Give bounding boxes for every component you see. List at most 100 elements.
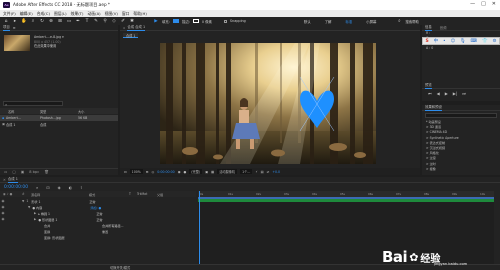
layer-mode-dropdown[interactable]: 正常: [89, 199, 129, 204]
workspace-learn[interactable]: 了解: [325, 19, 332, 24]
workspace-default[interactable]: 默认: [304, 19, 311, 24]
mask-visibility-icon[interactable]: ◎: [151, 170, 154, 174]
property-mode[interactable]: 正常: [96, 211, 136, 216]
brush-tool-icon[interactable]: ✎: [93, 19, 99, 24]
play-icon[interactable]: ▶: [445, 91, 448, 96]
menu-file[interactable]: 文件(F): [3, 11, 16, 17]
zoom-tool-icon[interactable]: ⌕: [30, 18, 36, 24]
stroke-width-value[interactable]: 0 像素: [202, 19, 212, 24]
pen-tool-icon[interactable]: ✒: [75, 19, 81, 24]
search-help-input[interactable]: 搜索帮助: [405, 19, 419, 24]
col-t[interactable]: T: [129, 192, 137, 196]
bit-depth-label[interactable]: 8 bpc: [29, 170, 39, 174]
eraser-tool-icon[interactable]: ◇: [111, 19, 117, 24]
menu-window[interactable]: 窗口: [122, 11, 130, 17]
guides-icon[interactable]: ⊞: [146, 170, 149, 174]
visibility-eye-icon[interactable]: ◉: [0, 199, 6, 203]
always-preview-icon[interactable]: ⊡: [124, 170, 127, 174]
expand-triangle-icon[interactable]: ▶: [34, 217, 36, 221]
type-tool-icon[interactable]: T: [84, 19, 90, 24]
tools-icon[interactable]: ⚙: [493, 39, 497, 44]
project-item-name[interactable]: Ambert-...e-8.jpg ▾: [34, 35, 64, 40]
new-folder-icon[interactable]: ▢: [12, 170, 15, 174]
visibility-eye-icon[interactable]: ◉: [0, 205, 6, 209]
snapping-checkbox[interactable]: [223, 19, 227, 23]
close-button[interactable]: ✕: [492, 1, 496, 7]
views-dropdown[interactable]: 1个...: [240, 169, 253, 174]
property-value[interactable]: 重置: [102, 229, 142, 234]
project-tab[interactable]: 项目 ≡: [0, 25, 118, 31]
next-frame-icon[interactable]: ▶|: [453, 91, 457, 96]
menu-composition[interactable]: 合成(C): [37, 11, 50, 17]
visibility-eye-icon[interactable]: ◉: [0, 217, 6, 221]
maximize-button[interactable]: □: [481, 1, 486, 7]
selection-tool-icon[interactable]: ▸: [12, 19, 18, 24]
sogou-input-icon[interactable]: S: [425, 39, 428, 44]
hand-tool-icon[interactable]: ✋: [21, 19, 27, 24]
graph-editor-icon[interactable]: ⌇: [80, 185, 82, 190]
zoom-dropdown[interactable]: 100%: [129, 169, 143, 174]
composition-viewer[interactable]: [160, 43, 376, 164]
prev-frame-icon[interactable]: ◀: [437, 91, 440, 96]
skin-icon[interactable]: 👕: [482, 39, 488, 44]
menu-help[interactable]: 帮助(H): [133, 11, 146, 17]
visibility-eye-icon[interactable]: ◉: [0, 211, 6, 215]
first-frame-icon[interactable]: ⏮: [428, 91, 432, 96]
region-of-interest-icon[interactable]: ▣: [205, 170, 208, 174]
col-mode[interactable]: 模式: [89, 192, 129, 197]
composition-tab[interactable]: ▫ 合成 合成 1: [120, 25, 420, 31]
col-name[interactable]: 名称: [0, 109, 40, 114]
panel-menu-icon[interactable]: ≡: [13, 26, 16, 30]
close-tab-icon[interactable]: ✕: [3, 178, 6, 182]
motion-blur-icon[interactable]: ◐: [69, 185, 73, 190]
transparency-grid-icon[interactable]: ▦: [211, 170, 214, 174]
color-channel-icon[interactable]: ●: [183, 170, 186, 174]
menu-edit[interactable]: 编辑(E): [20, 11, 33, 17]
composition-subtab[interactable]: 合成 1: [123, 33, 139, 38]
roto-brush-tool-icon[interactable]: ✐: [120, 19, 126, 24]
snapshot-icon[interactable]: ◉: [178, 170, 181, 174]
fill-color-swatch[interactable]: [172, 19, 179, 23]
fast-preview-icon[interactable]: ⚡: [255, 170, 257, 174]
audio-tab[interactable]: 音频: [440, 25, 447, 30]
chinese-mode-icon[interactable]: 中: [434, 38, 439, 44]
resolution-dropdown[interactable]: (完整): [189, 169, 203, 174]
col-parent[interactable]: 父级: [157, 192, 177, 197]
property-value[interactable]: 合并所有路径...: [102, 223, 142, 228]
draft-3d-icon[interactable]: ◈: [58, 185, 61, 190]
keyboard-icon[interactable]: ⌨: [471, 39, 478, 44]
menu-animation[interactable]: 动画(A): [88, 11, 101, 17]
search-icon[interactable]: ⌕: [396, 18, 402, 24]
stroke-color-swatch[interactable]: [192, 19, 199, 23]
project-search-input[interactable]: ⌕: [3, 101, 63, 107]
playhead[interactable]: [199, 191, 200, 267]
col-source-name[interactable]: 源名称: [31, 192, 89, 197]
exposure-value[interactable]: +0.0: [272, 170, 280, 174]
col-type[interactable]: 类型: [40, 109, 78, 114]
minimize-button[interactable]: —: [470, 1, 475, 7]
lock-icon[interactable]: ▫: [123, 26, 125, 30]
expand-triangle-icon[interactable]: ▼: [28, 205, 30, 209]
mic-icon[interactable]: 🎙: [460, 39, 466, 44]
workspace-small-screen[interactable]: 小屏幕: [366, 19, 376, 24]
rectangle-tool-icon[interactable]: ▭: [66, 19, 72, 24]
col-size[interactable]: 大小: [78, 109, 108, 114]
search-icon[interactable]: ⌕: [36, 185, 38, 190]
new-composition-icon[interactable]: ▣: [21, 170, 24, 174]
delete-icon[interactable]: 🗑: [44, 170, 49, 174]
camera-tool-icon[interactable]: ⊕: [48, 19, 54, 24]
fx-item[interactable]: > 抠像: [422, 167, 500, 172]
rotate-tool-icon[interactable]: ↻: [39, 19, 45, 24]
menu-view[interactable]: 视图(V): [105, 11, 118, 17]
timecode-display[interactable]: 0:00:00:00: [157, 170, 174, 174]
clone-stamp-tool-icon[interactable]: ⚲: [102, 19, 108, 24]
timeline-icon[interactable]: ▤: [261, 170, 264, 174]
effects-search-input[interactable]: [425, 113, 497, 118]
interpret-footage-icon[interactable]: ▭: [4, 170, 7, 174]
menu-layer[interactable]: 图层(L): [54, 11, 67, 17]
flowchart-icon[interactable]: ⇄: [267, 170, 270, 174]
puppet-tool-icon[interactable]: ✱: [129, 19, 135, 24]
layer-duration-bar[interactable]: [198, 199, 494, 202]
property-mode[interactable]: 正常: [96, 217, 136, 222]
add-menu[interactable]: 添加: ●: [90, 205, 130, 210]
